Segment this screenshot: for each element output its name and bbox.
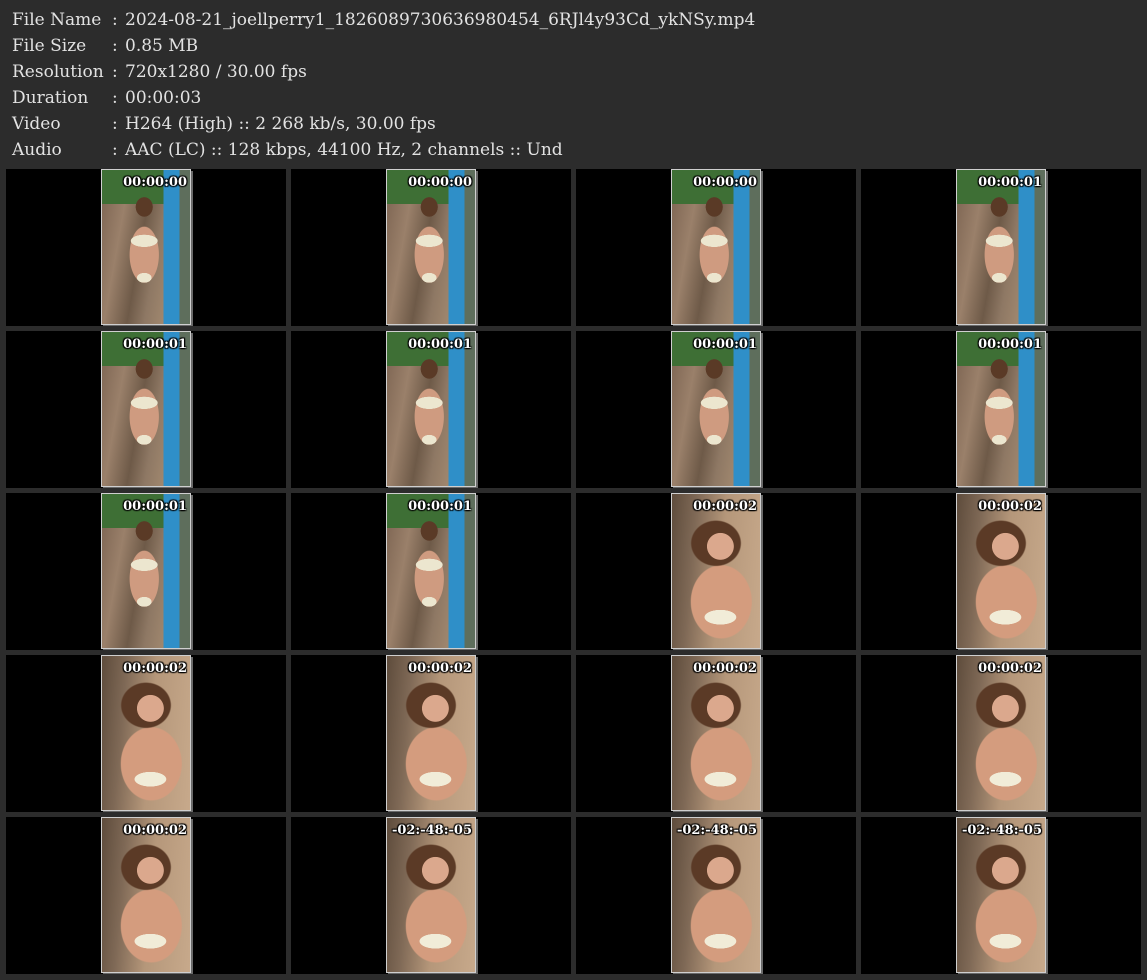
thumbnail-cell: 00:00:00 xyxy=(6,169,286,326)
separator: : xyxy=(112,36,118,56)
info-row-resolution: Resolution : 720x1280 / 30.00 fps xyxy=(12,59,1132,85)
resolution-value: 720x1280 / 30.00 fps xyxy=(125,62,307,82)
resolution-label: Resolution xyxy=(12,62,104,82)
thumbnail-cell: 00:00:01 xyxy=(861,169,1141,326)
frame-timestamp: 00:00:00 xyxy=(408,175,472,190)
video-frame-thumbnail: 00:00:01 xyxy=(386,331,476,487)
frame-timestamp: 00:00:01 xyxy=(123,499,187,514)
thumbnail-cell: 00:00:02 xyxy=(861,655,1141,812)
frame-timestamp: 00:00:01 xyxy=(693,337,757,352)
video-frame-thumbnail: 00:00:02 xyxy=(956,655,1046,811)
video-frame-thumbnail: 00:00:00 xyxy=(386,169,476,325)
frame-timestamp: 00:00:00 xyxy=(123,175,187,190)
thumbnail-cell: 00:00:01 xyxy=(6,331,286,488)
video-frame-thumbnail: 00:00:02 xyxy=(101,817,191,973)
video-frame-thumbnail: 00:00:00 xyxy=(671,169,761,325)
info-row-duration: Duration : 00:00:03 xyxy=(12,85,1132,111)
video-frame-thumbnail: 00:00:01 xyxy=(956,331,1046,487)
thumbnail-cell: 00:00:01 xyxy=(291,331,571,488)
thumbnail-cell: 00:00:01 xyxy=(291,493,571,650)
thumbnail-cell: 00:00:02 xyxy=(576,655,856,812)
thumbnail-cell: -02:-48:-05 xyxy=(576,817,856,974)
thumbnail-cell: 00:00:01 xyxy=(861,331,1141,488)
frame-timestamp: -02:-48:-05 xyxy=(391,823,472,838)
frame-timestamp: 00:00:01 xyxy=(123,337,187,352)
file-name-label: File Name xyxy=(12,10,102,30)
video-frame-thumbnail: 00:00:00 xyxy=(101,169,191,325)
thumbnail-cell: 00:00:02 xyxy=(576,493,856,650)
file-size-label: File Size xyxy=(12,36,87,56)
info-row-file-name: File Name : 2024-08-21_joellperry1_18260… xyxy=(12,7,1132,33)
frame-timestamp: -02:-48:-05 xyxy=(676,823,757,838)
frame-timestamp: 00:00:01 xyxy=(408,337,472,352)
frame-timestamp: 00:00:02 xyxy=(408,661,472,676)
frame-timestamp: 00:00:02 xyxy=(693,499,757,514)
separator: : xyxy=(112,88,118,108)
thumbnail-cell: 00:00:02 xyxy=(291,655,571,812)
duration-value: 00:00:03 xyxy=(125,88,202,108)
video-frame-thumbnail: 00:00:01 xyxy=(386,493,476,649)
thumbnail-cell: 00:00:00 xyxy=(291,169,571,326)
frame-timestamp: 00:00:01 xyxy=(978,337,1042,352)
separator: : xyxy=(112,10,118,30)
separator: : xyxy=(112,140,118,160)
separator: : xyxy=(112,114,118,134)
thumbnail-cell: 00:00:01 xyxy=(576,331,856,488)
video-frame-thumbnail: 00:00:01 xyxy=(956,169,1046,325)
video-frame-thumbnail: 00:00:02 xyxy=(956,493,1046,649)
video-frame-thumbnail: -02:-48:-05 xyxy=(671,817,761,973)
info-row-file-size: File Size : 0.85 MB xyxy=(12,33,1132,59)
info-row-video: Video : H264 (High) :: 2 268 kb/s, 30.00… xyxy=(12,111,1132,137)
frame-timestamp: 00:00:01 xyxy=(978,175,1042,190)
audio-value: AAC (LC) :: 128 kbps, 44100 Hz, 2 channe… xyxy=(125,140,563,160)
file-size-value: 0.85 MB xyxy=(125,36,199,56)
thumbnail-cell: 00:00:02 xyxy=(6,817,286,974)
video-frame-thumbnail: 00:00:02 xyxy=(671,493,761,649)
frame-timestamp: 00:00:02 xyxy=(978,499,1042,514)
video-label: Video xyxy=(12,114,61,134)
video-value: H264 (High) :: 2 268 kb/s, 30.00 fps xyxy=(125,114,436,134)
thumbnail-cell: 00:00:02 xyxy=(6,655,286,812)
frame-timestamp: -02:-48:-05 xyxy=(961,823,1042,838)
video-frame-thumbnail: 00:00:01 xyxy=(671,331,761,487)
thumbnail-grid: 00:00:00 00:00:00 00:00:00 00:00:01 00:00:01… xyxy=(6,169,1141,974)
frame-timestamp: 00:00:02 xyxy=(693,661,757,676)
thumbnail-cell: -02:-48:-05 xyxy=(291,817,571,974)
video-frame-thumbnail: 00:00:02 xyxy=(386,655,476,811)
video-frame-thumbnail: -02:-48:-05 xyxy=(956,817,1046,973)
thumbnail-cell: -02:-48:-05 xyxy=(861,817,1141,974)
separator: : xyxy=(112,62,118,82)
file-info-panel: File Name : 2024-08-21_joellperry1_18260… xyxy=(12,7,1132,163)
frame-timestamp: 00:00:02 xyxy=(978,661,1042,676)
video-frame-thumbnail: 00:00:01 xyxy=(101,493,191,649)
audio-label: Audio xyxy=(12,140,62,160)
frame-timestamp: 00:00:02 xyxy=(123,823,187,838)
file-name-value: 2024-08-21_joellperry1_18260897306369804… xyxy=(125,10,756,30)
frame-timestamp: 00:00:01 xyxy=(408,499,472,514)
video-frame-thumbnail: -02:-48:-05 xyxy=(386,817,476,973)
info-row-audio: Audio : AAC (LC) :: 128 kbps, 44100 Hz, … xyxy=(12,137,1132,163)
thumbnail-cell: 00:00:00 xyxy=(576,169,856,326)
duration-label: Duration xyxy=(12,88,89,108)
thumbnail-cell: 00:00:02 xyxy=(861,493,1141,650)
frame-timestamp: 00:00:02 xyxy=(123,661,187,676)
video-frame-thumbnail: 00:00:02 xyxy=(101,655,191,811)
frame-timestamp: 00:00:00 xyxy=(693,175,757,190)
video-frame-thumbnail: 00:00:01 xyxy=(101,331,191,487)
thumbnail-cell: 00:00:01 xyxy=(6,493,286,650)
video-frame-thumbnail: 00:00:02 xyxy=(671,655,761,811)
